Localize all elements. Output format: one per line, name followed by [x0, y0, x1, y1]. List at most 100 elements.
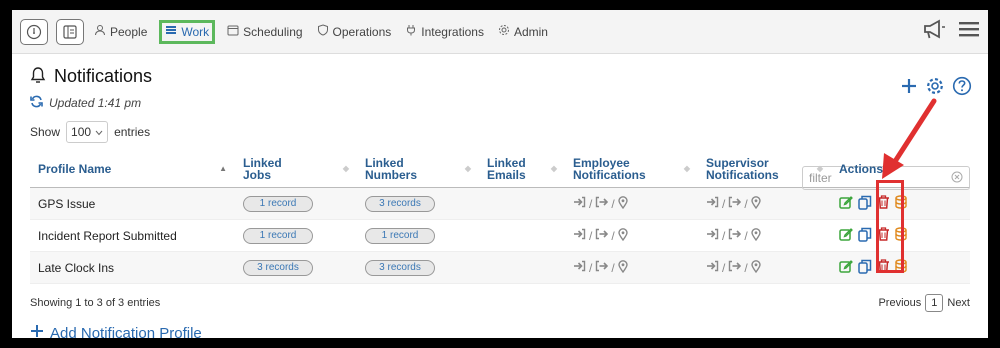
supervisor-notification-icons: / / — [706, 259, 823, 276]
linked-jobs-badge[interactable]: 1 record — [243, 196, 313, 212]
nav-right — [922, 18, 980, 43]
logout-icon[interactable] — [728, 260, 742, 275]
help-icon[interactable] — [952, 76, 972, 99]
edit-icon[interactable] — [839, 259, 853, 276]
cell-linked-numbers: 3 records — [357, 187, 479, 220]
copy-icon[interactable] — [858, 259, 872, 277]
header-employee-notifications[interactable]: Employee Notifications ◆ — [565, 151, 698, 188]
table-info: Showing 1 to 3 of 3 entries — [30, 297, 161, 309]
login-icon[interactable] — [706, 228, 719, 243]
next-page-button[interactable]: Next — [947, 297, 970, 309]
linked-jobs-badge[interactable]: 3 records — [243, 260, 313, 276]
sort-icon: ◆ — [464, 164, 471, 173]
sort-asc-icon: ▲ — [219, 164, 227, 173]
plus-icon — [30, 324, 44, 338]
header-linked-numbers[interactable]: Linked Numbers ◆ — [357, 151, 479, 188]
location-pin-icon[interactable] — [617, 195, 628, 212]
cell-linked-numbers: 1 record — [357, 219, 479, 252]
bell-icon — [30, 66, 46, 87]
linked-jobs-badge[interactable]: 1 record — [243, 228, 313, 244]
table-row: GPS Issue 1 record 3 records / / / / — [30, 187, 970, 220]
linked-numbers-badge[interactable]: 3 records — [365, 196, 435, 212]
linked-numbers-badge[interactable]: 1 record — [365, 228, 435, 244]
separator: / — [744, 260, 748, 275]
separator: / — [722, 228, 726, 243]
edit-icon[interactable] — [839, 227, 853, 244]
header-employee-notifications-line2: Notifications — [573, 168, 646, 182]
header-linked-jobs-line2: Jobs — [243, 168, 272, 182]
location-pin-icon[interactable] — [750, 259, 761, 276]
login-icon[interactable] — [573, 228, 586, 243]
separator: / — [589, 196, 593, 211]
location-pin-icon[interactable] — [750, 227, 761, 244]
location-pin-icon[interactable] — [617, 259, 628, 276]
dashboard-button[interactable] — [20, 18, 48, 45]
plug-icon — [405, 24, 417, 39]
nav-integrations[interactable]: Integrations — [403, 20, 486, 44]
separator: / — [722, 196, 726, 211]
shield-icon — [317, 24, 329, 39]
person-icon — [94, 24, 106, 39]
copy-icon[interactable] — [858, 227, 872, 245]
board-icon — [63, 24, 77, 39]
cell-linked-emails — [479, 219, 565, 252]
board-button[interactable] — [56, 18, 84, 45]
login-icon[interactable] — [706, 196, 719, 211]
login-icon[interactable] — [573, 260, 586, 275]
nav-work[interactable]: Work — [159, 19, 216, 44]
list-icon — [165, 24, 177, 39]
separator: / — [589, 260, 593, 275]
cell-employee-notifications: / / — [565, 219, 698, 252]
nav-operations-label: Operations — [332, 24, 392, 39]
header-linked-jobs[interactable]: Linked Jobs ◆ — [235, 151, 357, 188]
previous-page-button[interactable]: Previous — [878, 297, 921, 309]
logout-icon[interactable] — [728, 196, 742, 211]
entries-select[interactable]: 100 — [66, 121, 109, 143]
pagination: Previous 1 Next — [878, 294, 970, 312]
page-1-button[interactable]: 1 — [925, 294, 944, 312]
cell-supervisor-notifications: / / — [698, 251, 831, 284]
separator: / — [611, 260, 615, 275]
logout-icon[interactable] — [595, 196, 609, 211]
chevron-down-icon — [95, 125, 103, 139]
refresh-icon[interactable] — [30, 95, 43, 111]
nav-work-label: Work — [181, 24, 210, 39]
header-linked-numbers-line2: Numbers — [365, 168, 418, 182]
page-header: Notifications — [30, 66, 970, 87]
entries-label: entries — [114, 125, 151, 139]
hamburger-menu-icon[interactable] — [958, 19, 980, 42]
login-icon[interactable] — [573, 196, 586, 211]
location-pin-icon[interactable] — [750, 195, 761, 212]
table-row: Late Clock Ins 3 records 3 records / / / / — [30, 251, 970, 284]
header-supervisor-notifications[interactable]: Supervisor Notifications ◆ — [698, 151, 831, 188]
table-header-row: Profile Name ▲ Linked Jobs ◆ Linked Numb… — [30, 151, 970, 188]
nav-people[interactable]: People — [92, 20, 149, 44]
separator: / — [722, 260, 726, 275]
megaphone-icon[interactable] — [922, 18, 946, 43]
logout-icon[interactable] — [595, 228, 609, 243]
separator: / — [589, 228, 593, 243]
edit-icon[interactable] — [839, 195, 853, 212]
separator: / — [744, 228, 748, 243]
nav-operations[interactable]: Operations — [315, 20, 394, 44]
copy-icon[interactable] — [858, 195, 872, 213]
calendar-icon — [227, 24, 239, 39]
cell-supervisor-notifications: / / — [698, 187, 831, 220]
location-pin-icon[interactable] — [617, 227, 628, 244]
table-footer: Showing 1 to 3 of 3 entries Previous 1 N… — [30, 294, 970, 312]
employee-notification-icons: / / — [573, 259, 690, 276]
supervisor-notification-icons: / / — [706, 227, 823, 244]
nav-scheduling[interactable]: Scheduling — [225, 20, 304, 44]
header-linked-emails[interactable]: Linked Emails ◆ — [479, 151, 565, 188]
cell-profile-name: Incident Report Submitted — [30, 219, 235, 252]
employee-notification-icons: / / — [573, 195, 690, 212]
add-notification-profile-button[interactable]: Add Notification Profile — [30, 324, 970, 338]
login-icon[interactable] — [706, 260, 719, 275]
nav-admin[interactable]: Admin — [496, 20, 550, 44]
sort-icon: ◆ — [550, 164, 557, 173]
logout-icon[interactable] — [728, 228, 742, 243]
header-profile-name[interactable]: Profile Name ▲ — [30, 151, 235, 188]
linked-numbers-badge[interactable]: 3 records — [365, 260, 435, 276]
nav-integrations-label: Integrations — [421, 24, 484, 39]
logout-icon[interactable] — [595, 260, 609, 275]
